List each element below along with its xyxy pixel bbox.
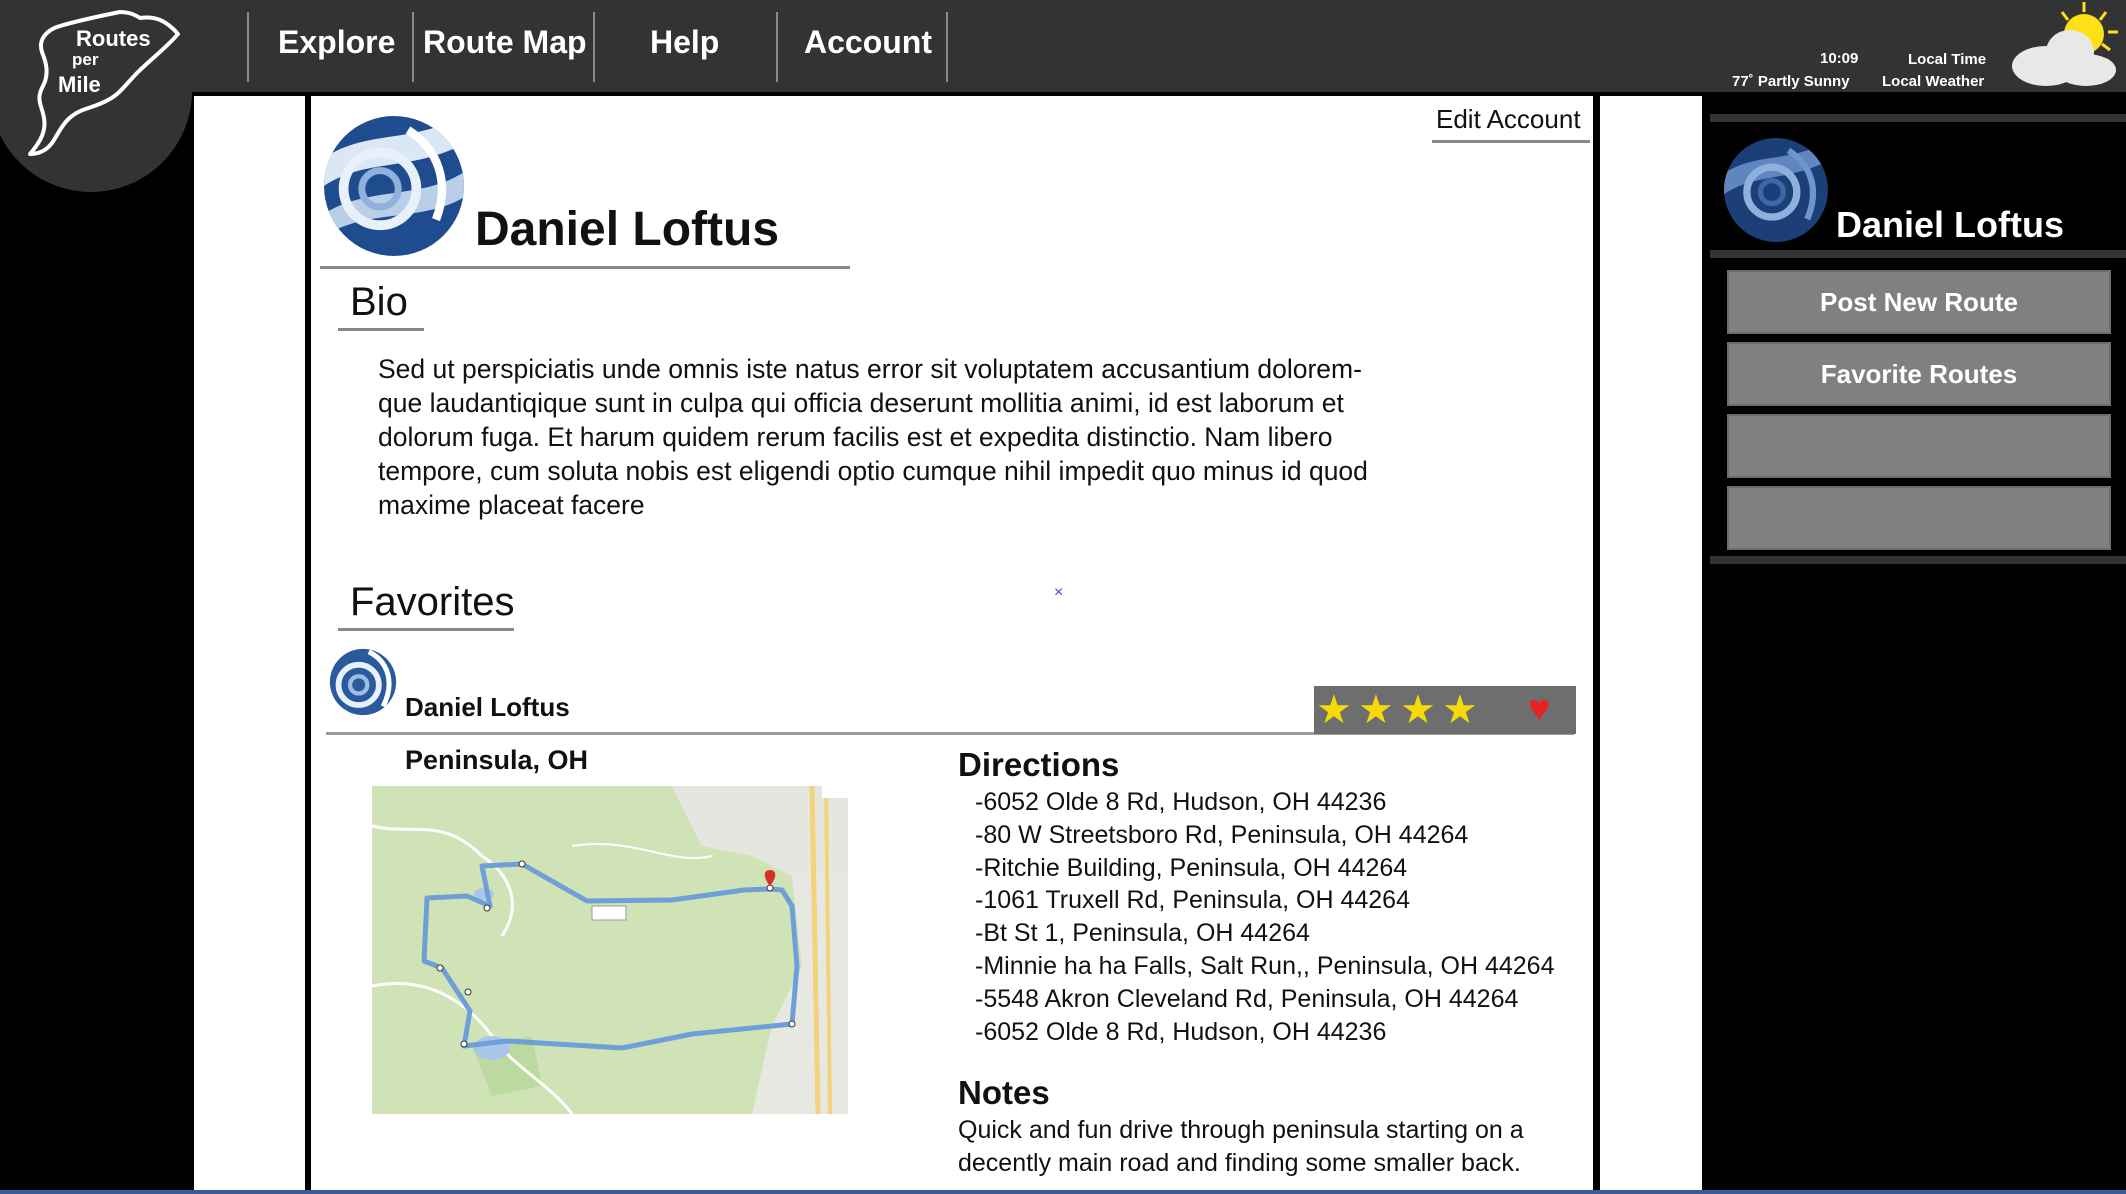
bio-heading: Bio	[350, 280, 408, 324]
route-map[interactable]	[372, 786, 848, 1114]
direction-step: -5548 Akron Cleveland Rd, Peninsula, OH …	[975, 984, 1519, 1013]
route-user-name: Daniel Loftus	[405, 692, 570, 722]
partly-sunny-icon	[2012, 2, 2118, 86]
direction-step: -Minnie ha ha Falls, Salt Run,, Peninsul…	[975, 951, 1555, 980]
bio-text: Sed ut perspiciatis unde omnis iste natu…	[378, 354, 1368, 520]
favorites-heading: Favorites	[350, 580, 515, 624]
profile-name: Daniel Loftus	[475, 203, 780, 256]
weather-label: Local Weather	[1882, 73, 1985, 90]
heart-icon[interactable]: ♥	[1528, 689, 1551, 729]
directions-heading: Directions	[958, 746, 1120, 783]
bio-heading-underline	[338, 328, 424, 331]
sidebar-user-name: Daniel Loftus	[1836, 204, 2065, 245]
sidebar-avatar[interactable]	[1724, 138, 1828, 242]
favorite-routes-button[interactable]: Favorite Routes	[1727, 342, 2111, 406]
nav-separator	[776, 12, 778, 82]
profile-name-underline	[320, 266, 850, 269]
route-user-avatar	[327, 646, 399, 718]
direction-step: -80 W Streetsboro Rd, Peninsula, OH 4426…	[975, 820, 1469, 849]
nav-route-map[interactable]: Route Map	[423, 24, 587, 61]
notes-heading: Notes	[958, 1074, 1050, 1111]
content-border-left	[305, 96, 311, 1194]
logo-line-1: Routes	[76, 26, 151, 51]
nav-separator	[593, 12, 595, 82]
directions-list: -6052 Olde 8 Rd, Hudson, OH 44236 -80 W …	[975, 786, 1554, 1048]
sidebar-divider	[1710, 114, 2126, 122]
logo-line-3: Mile	[58, 72, 101, 97]
direction-step: -6052 Olde 8 Rd, Hudson, OH 44236	[975, 788, 1387, 816]
profile-avatar	[324, 116, 464, 256]
sidebar-empty-button[interactable]	[1727, 414, 2111, 478]
star-icon[interactable]: ★	[1316, 690, 1352, 730]
sidebar-empty-button[interactable]	[1727, 486, 2111, 550]
direction-step: -6052 Olde 8 Rd, Hudson, OH 44236	[975, 1017, 1387, 1046]
weather-value: 77˚ Partly Sunny	[1732, 73, 1850, 90]
logo-text: Routes per Mile	[58, 20, 208, 160]
nav-separator	[412, 12, 414, 82]
content-border-right	[1593, 96, 1600, 1194]
window-bottom-edge	[0, 1190, 2126, 1194]
star-icon[interactable]: ★	[1358, 690, 1394, 730]
close-icon[interactable]: ×	[1054, 584, 1063, 602]
swirl-avatar-icon	[1724, 138, 1828, 242]
route-location: Peninsula, OH	[405, 745, 589, 775]
edit-account-link[interactable]: Edit Account	[1436, 104, 1581, 135]
direction-step: -1061 Truxell Rd, Peninsula, OH 44264	[975, 886, 1410, 915]
local-time-label: Local Time	[1908, 51, 1987, 68]
route-map-graphic	[372, 786, 848, 1114]
post-new-route-button[interactable]: Post New Route	[1727, 270, 2111, 334]
direction-step: -Bt St 1, Peninsula, OH 44264	[975, 919, 1310, 948]
swirl-avatar-icon	[324, 116, 464, 256]
favorites-heading-underline	[338, 628, 514, 631]
star-icon[interactable]: ★	[1400, 690, 1436, 730]
edit-account-underline	[1432, 140, 1590, 143]
sidebar-divider	[1710, 556, 2126, 564]
nav-account[interactable]: Account	[804, 24, 932, 61]
nav-separator	[946, 12, 948, 82]
swirl-avatar-icon	[327, 646, 399, 718]
star-icon[interactable]: ★	[1442, 690, 1478, 730]
local-time-value: 10:09	[1820, 50, 1859, 67]
nav-help[interactable]: Help	[650, 24, 719, 61]
nav-explore[interactable]: Explore	[278, 24, 395, 61]
nav-separator	[247, 12, 249, 82]
route-rating[interactable]: ★ ★ ★ ★ ♥	[1314, 686, 1576, 734]
notes-text: Quick and fun drive through peninsula st…	[958, 1116, 1524, 1177]
logo-line-2: per	[72, 50, 99, 69]
direction-step: -Ritchie Building, Peninsula, OH 44264	[975, 853, 1408, 882]
sidebar-divider	[1710, 250, 2126, 258]
